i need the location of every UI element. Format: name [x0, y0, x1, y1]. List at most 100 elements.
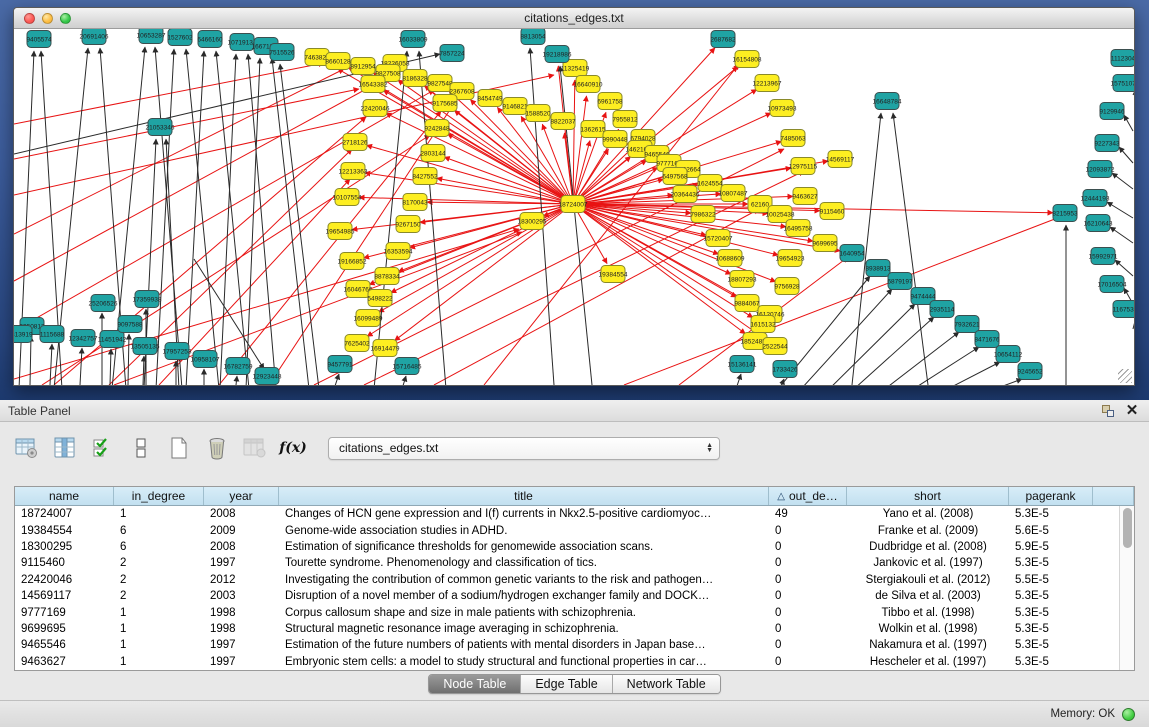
graph-node[interactable]: 10807487 [719, 185, 748, 202]
graph-node[interactable]: 16099489 [354, 310, 383, 327]
graph-node[interactable]: 12923448 [253, 368, 282, 385]
graph-node[interactable]: 12342757 [69, 330, 98, 347]
graph-node[interactable]: 9129946 [1099, 103, 1125, 120]
graph-node[interactable]: 9756928 [774, 278, 800, 295]
graph-node[interactable]: 7485063 [780, 130, 806, 147]
graph-node[interactable]: 12444193 [1081, 190, 1110, 207]
graph-node[interactable]: 10653287 [137, 29, 166, 44]
column-header-out-de-[interactable]: △out_de… [769, 487, 847, 505]
graph-node[interactable]: 8660128 [325, 53, 351, 70]
graph-node[interactable]: 7932621 [954, 316, 980, 333]
graph-node[interactable]: 10107554 [333, 189, 362, 206]
graph-node[interactable]: 19166852 [338, 253, 367, 270]
citation-network-graph[interactable]: 1872400718300295193845547463822866012889… [14, 29, 1134, 385]
table-row[interactable]: 946554611997Estimation of the future num… [15, 637, 1134, 653]
graph-node[interactable]: 8938913 [865, 260, 891, 277]
graph-node[interactable]: 1624554 [697, 175, 723, 192]
graph-node[interactable]: 7857224 [439, 45, 465, 62]
graph-node[interactable]: 16640910 [574, 76, 603, 93]
column-header-title[interactable]: title [279, 487, 769, 505]
graph-node[interactable]: 10973493 [768, 100, 797, 117]
graph-node[interactable]: 9115460 [820, 203, 845, 220]
graph-node[interactable]: 9990448 [602, 131, 628, 148]
graph-node[interactable]: 5498222 [367, 290, 393, 307]
graph-node[interactable]: 20691406 [80, 29, 109, 45]
graph-node[interactable]: 16154808 [733, 51, 762, 68]
graph-node[interactable]: 16353594 [384, 243, 413, 260]
window-resize-grip[interactable] [1118, 369, 1132, 383]
graph-node[interactable]: 16648784 [873, 93, 902, 110]
table-row[interactable]: 1456911722003Disruption of a novel membe… [15, 588, 1134, 604]
close-window-button[interactable] [24, 13, 35, 24]
table-scrollbar[interactable] [1119, 506, 1134, 670]
graph-node[interactable]: 16495758 [784, 220, 813, 237]
graph-node[interactable]: 9242848 [424, 120, 450, 137]
graph-node[interactable]: 9175685 [432, 95, 458, 112]
graph-node[interactable]: 18724007 [559, 196, 588, 213]
import-table-icon[interactable] [242, 436, 268, 460]
graph-node[interactable]: 2522544 [762, 338, 788, 355]
graph-node[interactable]: 2803144 [420, 145, 446, 162]
graph-node[interactable]: 2718126 [342, 134, 368, 151]
graph-node[interactable]: 16033809 [399, 31, 428, 48]
graph-node[interactable]: 8454749 [477, 90, 503, 107]
graph-node[interactable]: 12975115 [789, 158, 818, 175]
table-row[interactable]: 1938455462009Genome-wide association stu… [15, 522, 1134, 538]
graph-node[interactable]: 16543382 [359, 76, 388, 93]
graph-node[interactable]: 8878334 [374, 268, 400, 285]
graph-node[interactable]: 11451942 [98, 331, 127, 348]
graph-node[interactable]: 10958107 [191, 351, 220, 368]
column-header-short[interactable]: short [847, 487, 1009, 505]
graph-node[interactable]: 12213967 [753, 75, 782, 92]
tab-node-table[interactable]: Node Table [429, 675, 521, 693]
graph-node[interactable]: 16782759 [224, 358, 253, 375]
graph-node[interactable]: 12213363 [339, 163, 368, 180]
graph-node[interactable]: 1588520 [525, 105, 551, 122]
graph-node[interactable]: 8912954 [350, 58, 376, 75]
graph-node[interactable]: 18300295 [518, 213, 547, 230]
graph-node[interactable]: 1615132 [750, 316, 776, 333]
graph-node[interactable]: 9267150 [395, 216, 421, 233]
minimize-window-button[interactable] [42, 13, 53, 24]
graph-node[interactable]: 13505135 [131, 338, 160, 355]
row-height-icon[interactable] [128, 436, 154, 460]
graph-node[interactable]: 8427552 [412, 168, 438, 185]
tab-network-table[interactable]: Network Table [613, 675, 720, 693]
graph-node[interactable]: 8822037 [550, 113, 576, 130]
column-header-year[interactable]: year [204, 487, 279, 505]
graph-node[interactable]: 9227343 [1094, 135, 1120, 152]
graph-node[interactable]: 15720407 [704, 230, 733, 247]
graph-node[interactable]: 15992971 [1089, 248, 1118, 265]
tab-edge-table[interactable]: Edge Table [521, 675, 612, 693]
graph-node[interactable]: 19218986 [543, 46, 572, 63]
show-columns-icon[interactable] [52, 436, 78, 460]
graph-node[interactable]: 9097588 [117, 316, 143, 333]
table-row[interactable]: 969969511998Structural magnetic resonanc… [15, 621, 1134, 637]
graph-node[interactable]: 1733426 [772, 361, 798, 378]
graph-node[interactable]: 17359938 [133, 291, 162, 308]
graph-node[interactable]: 14569117 [826, 151, 855, 168]
graph-node[interactable]: 7625402 [344, 335, 370, 352]
graph-node[interactable]: 6497568 [662, 168, 688, 185]
graph-node[interactable]: 10688609 [716, 250, 745, 267]
graph-node[interactable]: 6961758 [597, 93, 623, 110]
graph-node[interactable]: 3313919 [14, 326, 33, 343]
graph-node[interactable]: 8215953 [1052, 205, 1078, 222]
graph-node[interactable]: 9245652 [1017, 363, 1043, 380]
graph-node[interactable]: 2935114 [930, 301, 955, 318]
graph-node[interactable]: 1112304 [1111, 50, 1134, 67]
graph-node[interactable]: 19654985 [326, 223, 355, 240]
graph-node[interactable]: 17016504 [1098, 276, 1127, 293]
table-row[interactable]: 946362711997Embryonic stem cells: a mode… [15, 654, 1134, 670]
graph-node[interactable]: 16210643 [1084, 215, 1113, 232]
graph-node[interactable]: 7515526 [269, 44, 295, 61]
close-panel-icon[interactable]: ✕ [1123, 403, 1141, 419]
graph-node[interactable]: 19654923 [776, 250, 805, 267]
graph-node[interactable]: 16914479 [371, 340, 400, 357]
network-view-window[interactable]: citations_edges.txt 18724007183002951938… [13, 7, 1135, 386]
zoom-window-button[interactable] [60, 13, 71, 24]
graph-node[interactable]: 10654112 [994, 346, 1023, 363]
column-header-pagerank[interactable]: pagerank [1009, 487, 1093, 505]
graph-node[interactable]: 8170043 [402, 194, 428, 211]
graph-node[interactable]: 1527602 [167, 29, 193, 46]
